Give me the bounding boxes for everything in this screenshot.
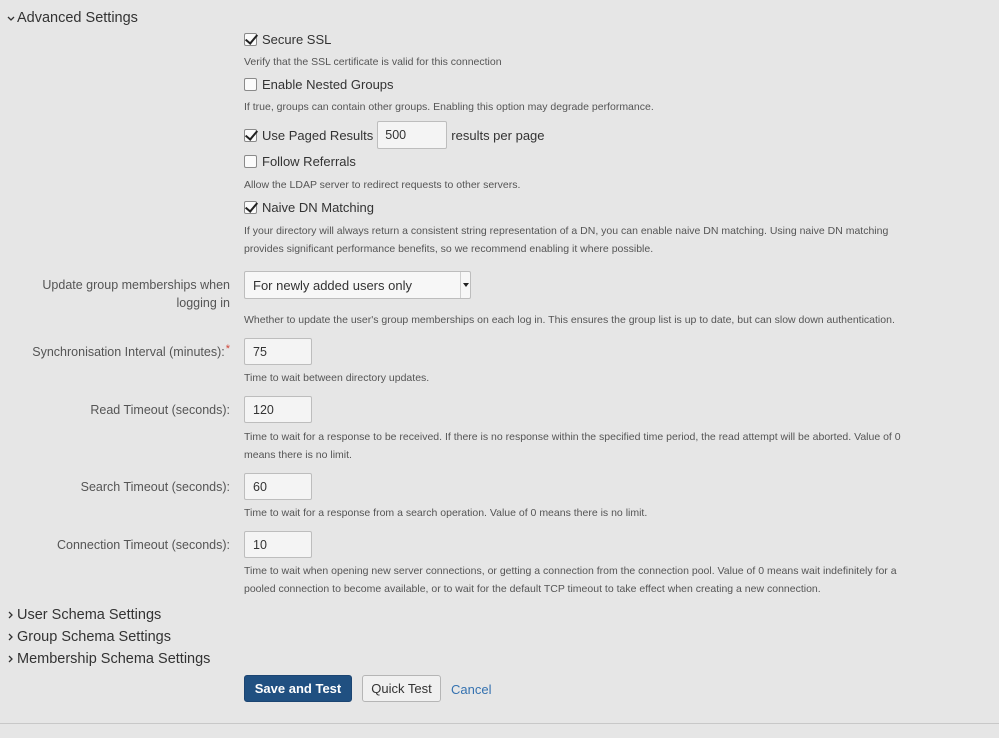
connection-timeout-input[interactable] xyxy=(244,531,312,558)
paged-results-option: Use Paged Results results per page xyxy=(244,121,545,149)
chevron-right-icon xyxy=(6,609,16,621)
read-timeout-description-line2: means there is no limit. xyxy=(244,449,352,461)
nested-groups-label: Enable Nested Groups xyxy=(262,77,394,92)
advanced-settings-title: Advanced Settings xyxy=(17,10,138,26)
paged-results-label: Use Paged Results xyxy=(262,127,374,143)
nested-groups-description: If true, groups can contain other groups… xyxy=(244,101,654,113)
update-memberships-selected: For newly added users only xyxy=(253,277,412,293)
paged-results-suffix: results per page xyxy=(451,127,545,143)
advanced-settings-toggle[interactable]: Advanced Settings xyxy=(6,10,138,26)
footer-divider xyxy=(0,723,999,724)
follow-referrals-description: Allow the LDAP server to redirect reques… xyxy=(244,179,521,191)
sync-interval-label-text: Synchronisation Interval (minutes): xyxy=(32,345,225,359)
required-marker: * xyxy=(225,343,230,355)
connection-timeout-description: Time to wait when opening new server con… xyxy=(244,562,954,598)
sync-interval-input[interactable] xyxy=(244,338,312,365)
search-timeout-input[interactable] xyxy=(244,473,312,500)
user-schema-settings-title: User Schema Settings xyxy=(17,607,162,623)
naive-dn-checkbox[interactable] xyxy=(244,201,257,214)
group-schema-settings-toggle[interactable]: Group Schema Settings xyxy=(6,629,171,645)
secure-ssl-checkbox[interactable] xyxy=(244,33,257,46)
page-size-input[interactable] xyxy=(377,121,448,149)
follow-referrals-option[interactable]: Follow Referrals xyxy=(244,154,356,169)
follow-referrals-label: Follow Referrals xyxy=(262,154,356,169)
nested-groups-checkbox[interactable] xyxy=(244,78,257,91)
naive-dn-description: If your directory will always return a c… xyxy=(244,222,954,258)
read-timeout-input[interactable] xyxy=(244,396,312,423)
nested-groups-option[interactable]: Enable Nested Groups xyxy=(244,77,394,92)
naive-dn-description-line1: If your directory will always return a c… xyxy=(244,225,889,237)
user-schema-settings-toggle[interactable]: User Schema Settings xyxy=(6,607,161,623)
membership-schema-settings-title: Membership Schema Settings xyxy=(17,651,211,667)
update-memberships-label: Update group memberships when logging in xyxy=(42,276,230,312)
quick-test-button[interactable]: Quick Test xyxy=(362,675,441,702)
sync-interval-description: Time to wait between directory updates. xyxy=(244,372,430,384)
chevron-down-icon xyxy=(6,12,16,24)
read-timeout-description-line1: Time to wait for a response to be receiv… xyxy=(244,431,901,443)
update-memberships-description: Whether to update the user's group membe… xyxy=(244,314,895,326)
chevron-right-icon xyxy=(6,653,16,665)
secure-ssl-description: Verify that the SSL certificate is valid… xyxy=(244,56,502,68)
read-timeout-description: Time to wait for a response to be receiv… xyxy=(244,428,954,464)
membership-schema-settings-toggle[interactable]: Membership Schema Settings xyxy=(6,651,210,667)
connection-timeout-description-line1: Time to wait when opening new server con… xyxy=(244,565,897,577)
group-schema-settings-title: Group Schema Settings xyxy=(17,629,171,645)
connection-timeout-label: Connection Timeout (seconds): xyxy=(56,538,230,552)
secure-ssl-label: Secure SSL xyxy=(262,32,332,47)
save-and-test-button[interactable]: Save and Test xyxy=(244,675,352,702)
update-memberships-select[interactable]: For newly added users only xyxy=(244,271,471,299)
cancel-link[interactable]: Cancel xyxy=(451,682,491,697)
secure-ssl-option[interactable]: Secure SSL xyxy=(244,32,331,47)
naive-dn-description-line2: provides significant performance benefit… xyxy=(244,243,654,255)
update-memberships-label-line1: Update group memberships when xyxy=(42,278,230,292)
sync-interval-label: Synchronisation Interval (minutes):* xyxy=(32,343,230,361)
search-timeout-description: Time to wait for a response from a searc… xyxy=(244,507,648,519)
chevron-right-icon xyxy=(6,631,16,643)
dropdown-arrow-icon xyxy=(460,272,470,298)
search-timeout-label: Search Timeout (seconds): xyxy=(80,480,230,494)
paged-results-checkbox[interactable] xyxy=(244,128,257,142)
connection-timeout-description-line2: pooled connection to become available, o… xyxy=(244,583,821,595)
naive-dn-option[interactable]: Naive DN Matching xyxy=(244,200,374,215)
follow-referrals-checkbox[interactable] xyxy=(244,155,257,168)
read-timeout-label: Read Timeout (seconds): xyxy=(90,403,230,417)
update-memberships-label-line2: logging in xyxy=(176,296,230,310)
naive-dn-label: Naive DN Matching xyxy=(262,200,374,215)
